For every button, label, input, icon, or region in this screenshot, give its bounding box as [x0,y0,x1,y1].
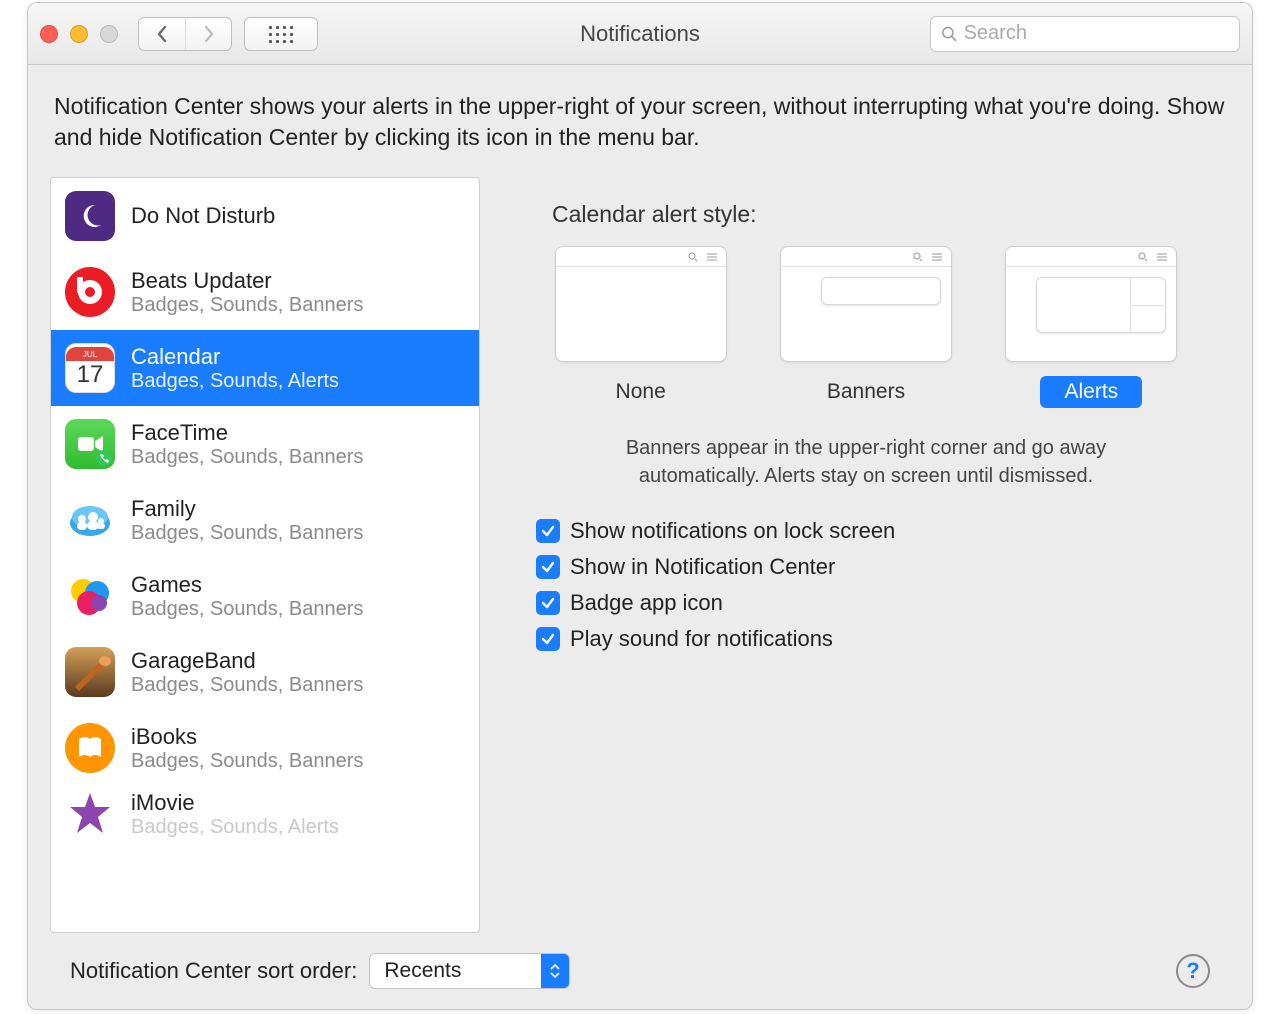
check-label: Show in Notification Center [570,554,835,580]
app-sub: Badges, Sounds, Banners [131,446,363,469]
app-name: GarageBand [131,648,363,674]
check-lock-screen[interactable]: Show notifications on lock screen [536,518,1202,544]
chevron-right-icon [203,25,215,43]
check-badge[interactable]: Badge app icon [536,590,1202,616]
search-mini-icon [688,252,698,262]
sort-order-select[interactable]: Recents [369,953,570,989]
minimize-button[interactable] [70,25,88,43]
checkbox-icon [536,519,560,543]
intro-text: Notification Center shows your alerts in… [54,91,1226,153]
games-icon [65,571,115,621]
preview-banners [780,246,952,362]
app-list[interactable]: Do Not Disturb Beats Updater Badges, Sou… [50,177,480,933]
app-sub: Badges, Sounds, Banners [131,598,363,621]
facetime-icon [65,419,115,469]
show-all-button[interactable] [244,17,318,51]
chevron-left-icon [156,25,168,43]
app-sub: Badges, Sounds, Banners [131,522,363,545]
checkbox-icon [536,555,560,579]
sidebar-item-family[interactable]: Family Badges, Sounds, Banners [51,482,479,558]
nav-back-forward [138,17,232,51]
app-name: Family [131,496,363,522]
check-label: Play sound for notifications [570,626,833,652]
sidebar-item-calendar[interactable]: JUL 17 Calendar Badges, Sounds, Alerts [51,330,479,406]
search-input[interactable] [964,22,1229,45]
content: Notification Center shows your alerts in… [28,65,1252,1009]
alert-style-none[interactable]: None [551,246,731,408]
close-button[interactable] [40,25,58,43]
list-mini-icon [931,252,943,262]
app-name: Do Not Disturb [131,203,275,229]
app-sub: Badges, Sounds, Banners [131,674,363,697]
sidebar-item-dnd[interactable]: Do Not Disturb [51,178,479,254]
checkbox-icon [536,627,560,651]
footer: Notification Center sort order: Recents … [50,933,1230,1009]
check-label: Show notifications on lock screen [570,518,895,544]
sidebar-item-imovie[interactable]: iMovie Badges, Sounds, Alerts [51,786,479,842]
style-label: Banners [803,376,929,408]
ibooks-icon [65,723,115,773]
forward-button[interactable] [185,18,231,50]
sidebar-item-garageband[interactable]: GarageBand Badges, Sounds, Banners [51,634,479,710]
preview-none [555,246,727,362]
back-button[interactable] [139,18,185,50]
family-icon [65,495,115,545]
garageband-icon [65,647,115,697]
alert-style-heading: Calendar alert style: [552,201,1202,228]
app-name: FaceTime [131,420,363,446]
sidebar-item-beats[interactable]: Beats Updater Badges, Sounds, Banners [51,254,479,330]
style-label: None [592,376,690,408]
list-mini-icon [1156,252,1168,262]
select-value: Recents [370,954,541,988]
app-sub: Badges, Sounds, Alerts [131,816,339,839]
check-sound[interactable]: Play sound for notifications [536,626,1202,652]
sidebar-item-ibooks[interactable]: iBooks Badges, Sounds, Banners [51,710,479,786]
app-sub: Badges, Sounds, Banners [131,294,363,317]
app-name: iBooks [131,724,363,750]
sort-order-label: Notification Center sort order: [70,958,357,984]
style-label: Alerts [1040,376,1142,408]
sidebar-item-facetime[interactable]: FaceTime Badges, Sounds, Banners [51,406,479,482]
alert-style-alerts[interactable]: Alerts [1001,246,1181,408]
traffic-lights [40,25,118,43]
alert-style-row: None Banners [530,246,1202,408]
app-name: Beats Updater [131,268,363,294]
grid-icon [267,24,295,44]
check-notification-center[interactable]: Show in Notification Center [536,554,1202,580]
style-hint: Banners appear in the upper-right corner… [586,434,1146,490]
panels: Do Not Disturb Beats Updater Badges, Sou… [50,177,1230,933]
search-mini-icon [913,252,923,262]
checkbox-icon [536,591,560,615]
app-sub: Badges, Sounds, Alerts [131,370,339,393]
app-sub: Badges, Sounds, Banners [131,750,363,773]
detail-panel: Calendar alert style: None [502,177,1230,933]
calendar-icon: JUL 17 [65,343,115,393]
zoom-button[interactable] [100,25,118,43]
select-stepper-icon [541,954,569,988]
help-button[interactable]: ? [1176,954,1210,988]
search-icon [941,25,958,43]
imovie-icon [65,789,115,839]
app-name: Calendar [131,344,339,370]
search-field[interactable] [930,16,1240,52]
sidebar-item-games[interactable]: Games Badges, Sounds, Banners [51,558,479,634]
preview-alerts [1005,246,1177,362]
preferences-window: Notifications Notification Center shows … [27,2,1253,1010]
app-name: Games [131,572,363,598]
beats-icon [65,267,115,317]
moon-icon [65,191,115,241]
app-name: iMovie [131,790,339,816]
check-label: Badge app icon [570,590,723,616]
list-mini-icon [706,252,718,262]
search-mini-icon [1138,252,1148,262]
titlebar: Notifications [28,3,1252,65]
alert-style-banners[interactable]: Banners [776,246,956,408]
